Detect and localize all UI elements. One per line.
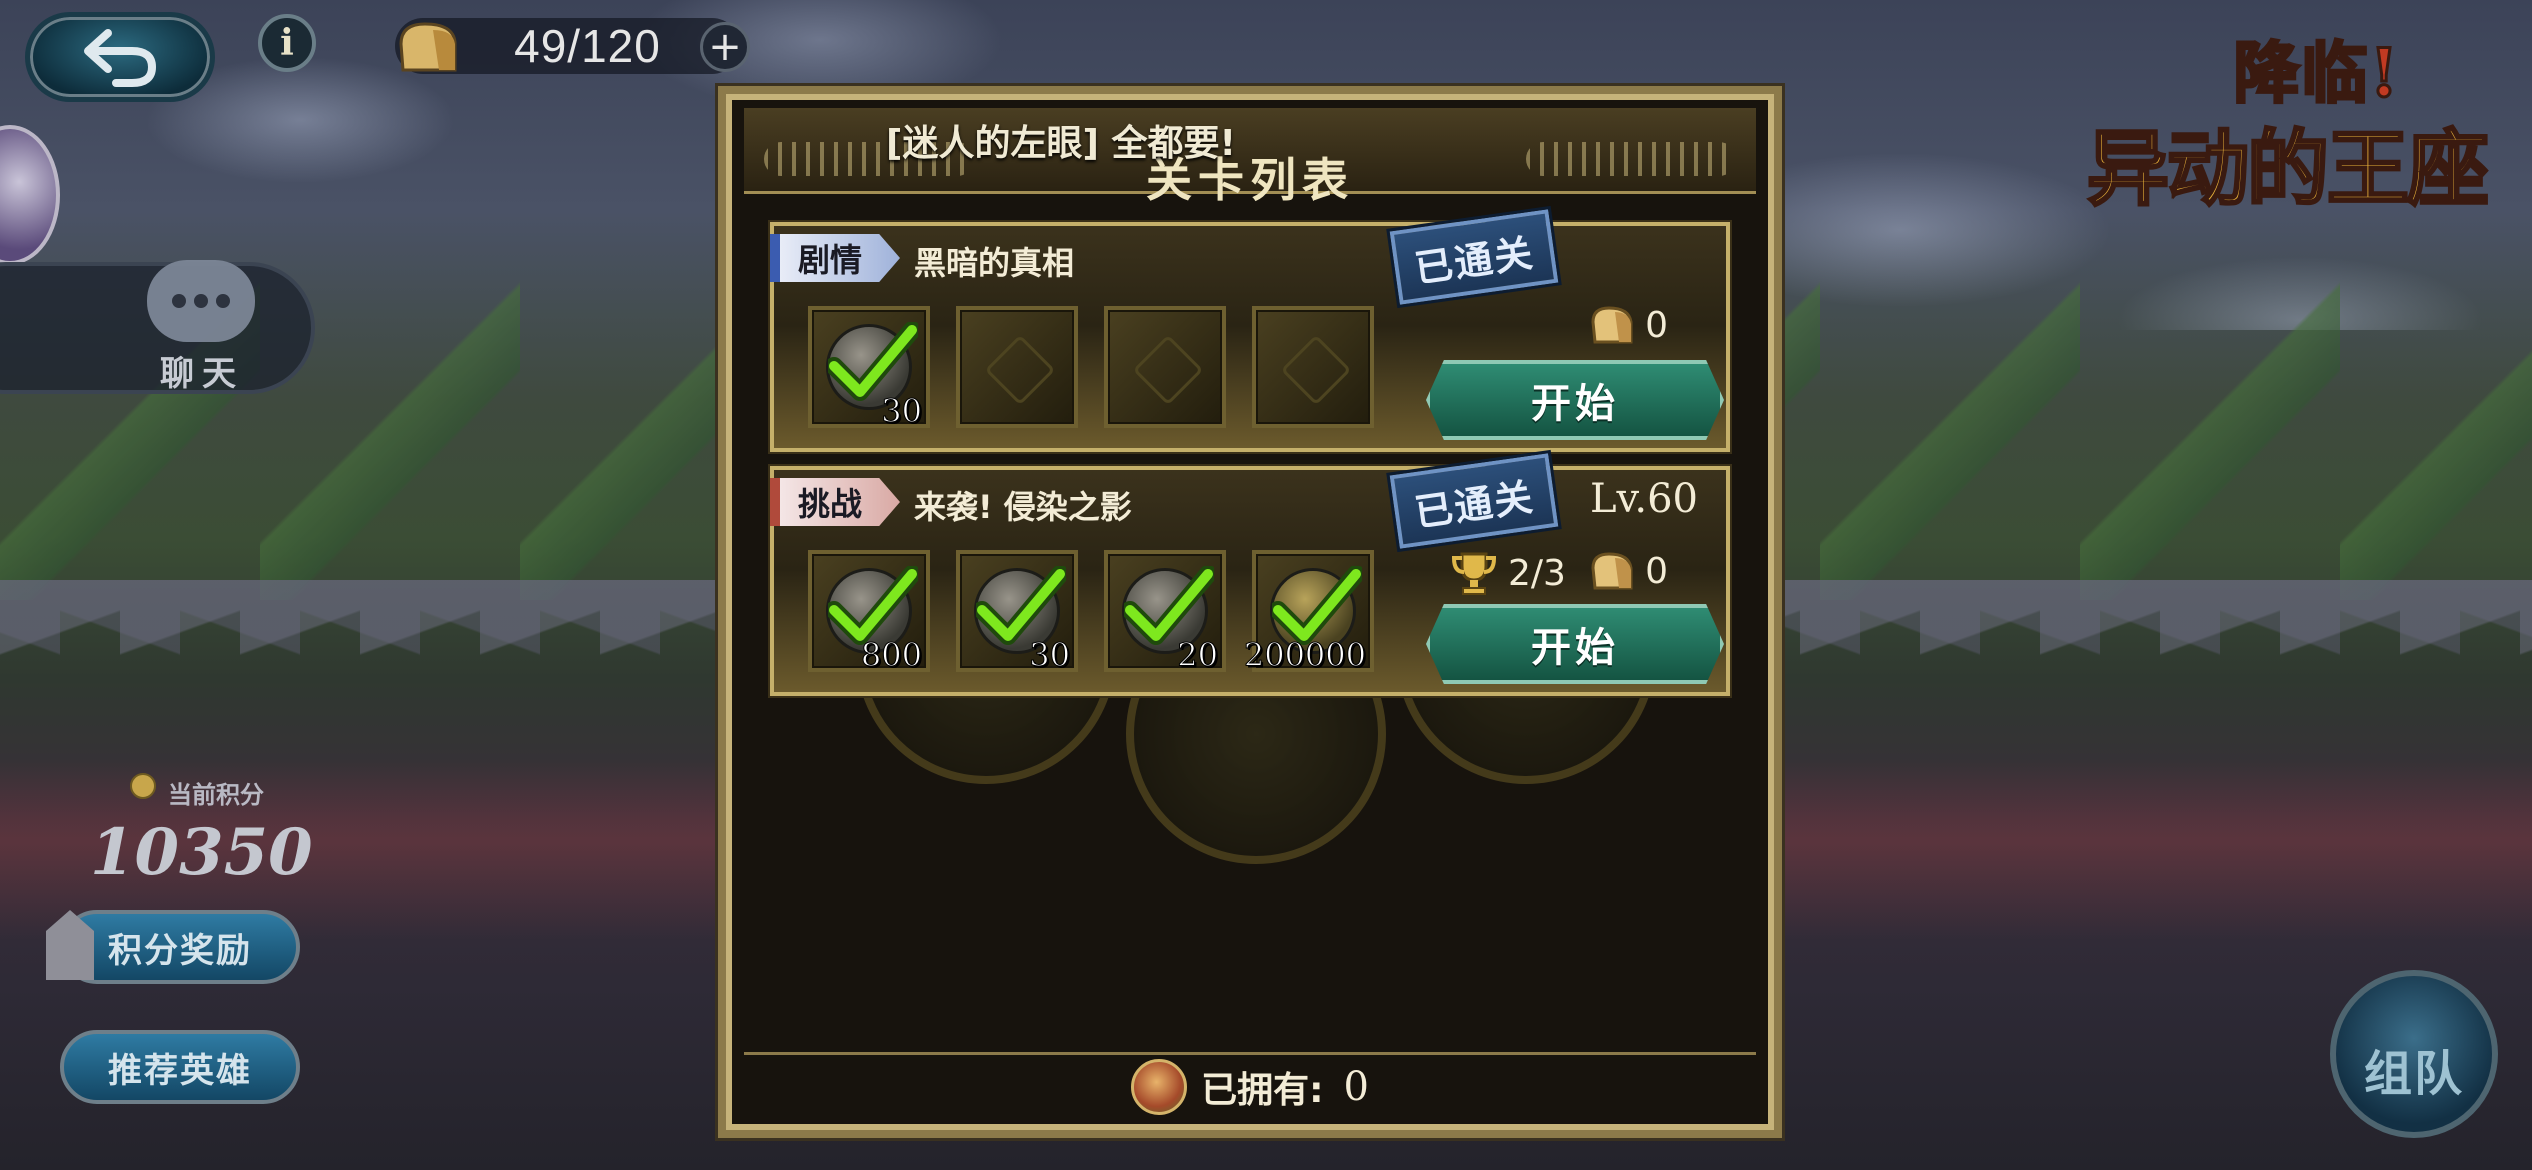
info-icon: i — [280, 22, 294, 64]
cleared-label: 已通关 — [1411, 230, 1537, 291]
stage-tag-label: 挑战 — [798, 485, 863, 523]
recommend-hero-label: 推荐英雄 — [108, 1050, 252, 1091]
back-arrow-icon — [84, 29, 157, 87]
score-value: 10350 — [90, 815, 313, 890]
owned-value: 0 — [1343, 1063, 1369, 1110]
reward-slots: 30 — [808, 306, 1374, 431]
stage-tag-challenge: 挑战 — [770, 478, 900, 526]
reward-quantity: 800 — [860, 636, 922, 675]
stage-tag-story: 剧情 — [770, 234, 900, 282]
reward-slot[interactable]: 200000 — [1243, 550, 1374, 675]
checkmark-icon — [828, 322, 918, 401]
reward-quantity: 30 — [1029, 636, 1071, 675]
add-stamina-button[interactable]: + — [700, 22, 750, 72]
stage-level: Lv.60 — [1589, 476, 1698, 522]
reward-quantity: 200000 — [1243, 636, 1366, 675]
plus-icon: + — [708, 24, 742, 70]
reward-slot[interactable]: 30 — [808, 306, 930, 431]
reward-slot[interactable]: 20 — [1104, 550, 1226, 675]
stage-cost: 0 — [1589, 550, 1668, 592]
start-button-label: 开始 — [1531, 625, 1619, 671]
stage-cost-value: 0 — [1645, 304, 1668, 346]
score-reward-label: 积分奖励 — [108, 930, 252, 971]
info-button[interactable]: i — [258, 14, 316, 72]
stage-trophy: 2/3 — [1450, 550, 1566, 596]
stage-trophy-value: 2/3 — [1508, 552, 1566, 594]
stage-name: 来袭! 侵染之影 — [914, 488, 1132, 526]
team-button[interactable]: 组队 — [2330, 970, 2498, 1138]
stage-row-challenge: 挑战 来袭! 侵染之影 已通关 Lv.60 800 30 20 200000 2… — [770, 449, 1730, 696]
stage-list-dialog: 关卡列表 [迷人的左眼] 全都要! 剧情 黑暗的真相 已通关 30 0 开始 挑… — [718, 86, 1782, 1138]
chat-bubble-icon[interactable] — [147, 260, 255, 342]
owned-label: 已拥有: — [1201, 1069, 1324, 1111]
start-button[interactable]: 开始 — [1426, 604, 1724, 684]
dialog-header: 关卡列表 [迷人的左眼] 全都要! — [744, 108, 1756, 207]
stage-row-story: 剧情 黑暗的真相 已通关 30 0 开始 — [770, 205, 1730, 452]
checkmark-icon — [1272, 566, 1362, 645]
bread-icon — [399, 22, 457, 72]
stage-cost-value: 0 — [1645, 550, 1668, 592]
stage-tag-label: 剧情 — [798, 241, 863, 279]
start-button-label: 开始 — [1531, 381, 1619, 427]
stage-name: 黑暗的真相 — [914, 244, 1075, 282]
checkmark-icon — [976, 566, 1066, 645]
stamina-bar: 49/120 + — [395, 18, 750, 74]
cleared-stamp: 已通关 — [1386, 205, 1562, 309]
checkmark-icon — [828, 566, 918, 645]
event-logo: 降临! 异动的王座 — [2072, 20, 2502, 220]
stamina-value: 49/120 — [514, 20, 661, 72]
reward-slots: 800 30 20 200000 — [808, 550, 1374, 675]
checkmark-icon — [1124, 566, 1214, 645]
score-coin-icon — [130, 773, 156, 799]
token-icon — [1131, 1058, 1188, 1115]
logo-line-2: 异动的王座 — [2085, 120, 2490, 219]
team-label: 组队 — [2363, 1046, 2464, 1102]
reward-slot[interactable]: 800 — [808, 550, 930, 675]
score-reward-button[interactable]: 积分奖励 — [60, 910, 300, 984]
bread-icon — [1591, 306, 1633, 344]
trophy-icon — [1451, 552, 1497, 595]
chat-label: 聊天 — [160, 354, 244, 394]
score-label: 当前积分 — [168, 781, 264, 809]
back-button[interactable] — [25, 12, 215, 102]
dialog-footer: 已拥有: 0 — [744, 1052, 1756, 1118]
reward-slot-empty — [1252, 306, 1374, 428]
cleared-stamp: 已通关 — [1386, 449, 1562, 553]
bread-icon — [1591, 552, 1633, 590]
reward-quantity: 30 — [881, 392, 923, 431]
start-button[interactable]: 开始 — [1426, 360, 1724, 440]
stage-cost: 0 — [1589, 304, 1668, 346]
reward-slot-empty — [956, 306, 1078, 428]
recommend-hero-button[interactable]: 推荐英雄 — [60, 1030, 300, 1104]
reward-slot-empty — [1104, 306, 1226, 428]
reward-slot[interactable]: 30 — [956, 550, 1078, 675]
event-title: [迷人的左眼] 全都要! — [886, 123, 1236, 164]
cleared-label: 已通关 — [1411, 474, 1537, 535]
reward-quantity: 20 — [1177, 636, 1219, 675]
